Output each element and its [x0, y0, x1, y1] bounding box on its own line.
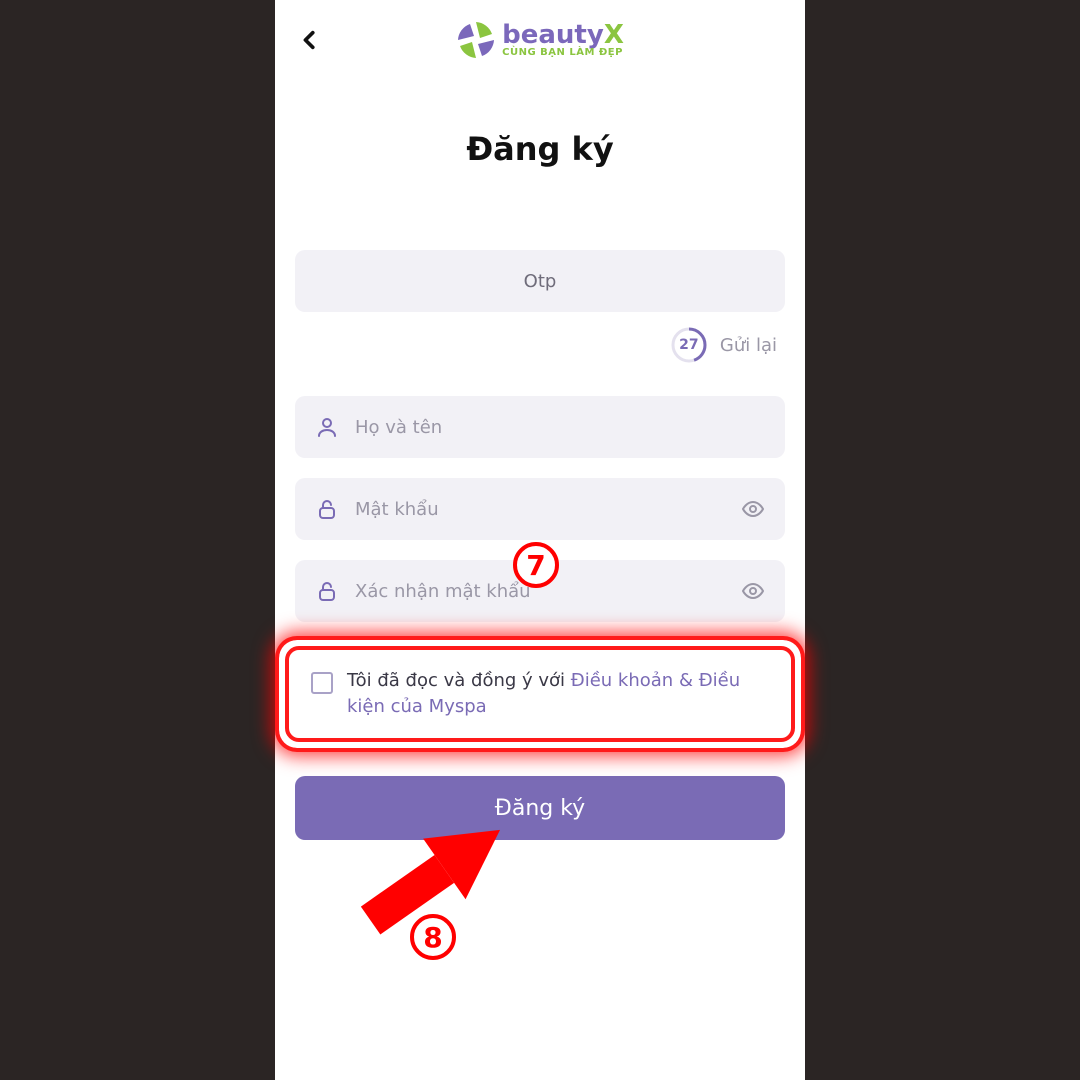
terms-highlight: Tôi đã đọc và đồng ý với Điều khoản & Đi…: [285, 646, 795, 742]
terms-checkbox[interactable]: [311, 672, 333, 694]
terms-text: Tôi đã đọc và đồng ý với Điều khoản & Đi…: [347, 668, 769, 720]
brand-name-left: beauty: [502, 20, 604, 50]
lock-icon: [315, 497, 339, 521]
annotation-step-8: 8: [410, 914, 456, 960]
brand-logo: beautyX CÙNG BẠN LÀM ĐẸP: [456, 20, 624, 60]
fullname-input[interactable]: Họ và tên: [295, 396, 785, 458]
lock-icon: [315, 579, 339, 603]
user-icon: [315, 415, 339, 439]
terms-row: Tôi đã đọc và đồng ý với Điều khoản & Đi…: [311, 668, 769, 720]
fullname-placeholder: Họ và tên: [355, 417, 442, 438]
resend-button[interactable]: Gửi lại: [720, 335, 777, 356]
countdown-value: 27: [679, 337, 698, 353]
top-bar: beautyX CÙNG BẠN LÀM ĐẸP: [275, 0, 805, 80]
back-button[interactable]: [299, 26, 321, 58]
otp-countdown: 27: [670, 326, 708, 364]
annotation-step-7-label: 7: [526, 549, 545, 582]
eye-icon[interactable]: [741, 579, 765, 603]
brand-name: beautyX: [502, 22, 624, 48]
otp-input[interactable]: Otp: [295, 250, 785, 312]
phone-frame: beautyX CÙNG BẠN LÀM ĐẸP Đăng ký Otp 27 …: [275, 0, 805, 1080]
eye-icon[interactable]: [741, 497, 765, 521]
annotation-step-8-label: 8: [423, 921, 442, 954]
confirm-password-placeholder: Xác nhận mật khẩu: [355, 581, 531, 602]
resend-row: 27 Gửi lại: [295, 326, 785, 364]
annotation-step-7: 7: [513, 542, 559, 588]
brand-tagline: CÙNG BẠN LÀM ĐẸP: [502, 48, 624, 58]
terms-prefix: Tôi đã đọc và đồng ý với: [347, 670, 571, 691]
logo-mark-icon: [456, 20, 496, 60]
password-input[interactable]: Mật khẩu: [295, 478, 785, 540]
page-title: Đăng ký: [275, 130, 805, 168]
password-placeholder: Mật khẩu: [355, 499, 439, 520]
otp-placeholder: Otp: [524, 271, 557, 292]
brand-name-right: X: [604, 20, 624, 50]
chevron-left-icon: [299, 26, 321, 54]
